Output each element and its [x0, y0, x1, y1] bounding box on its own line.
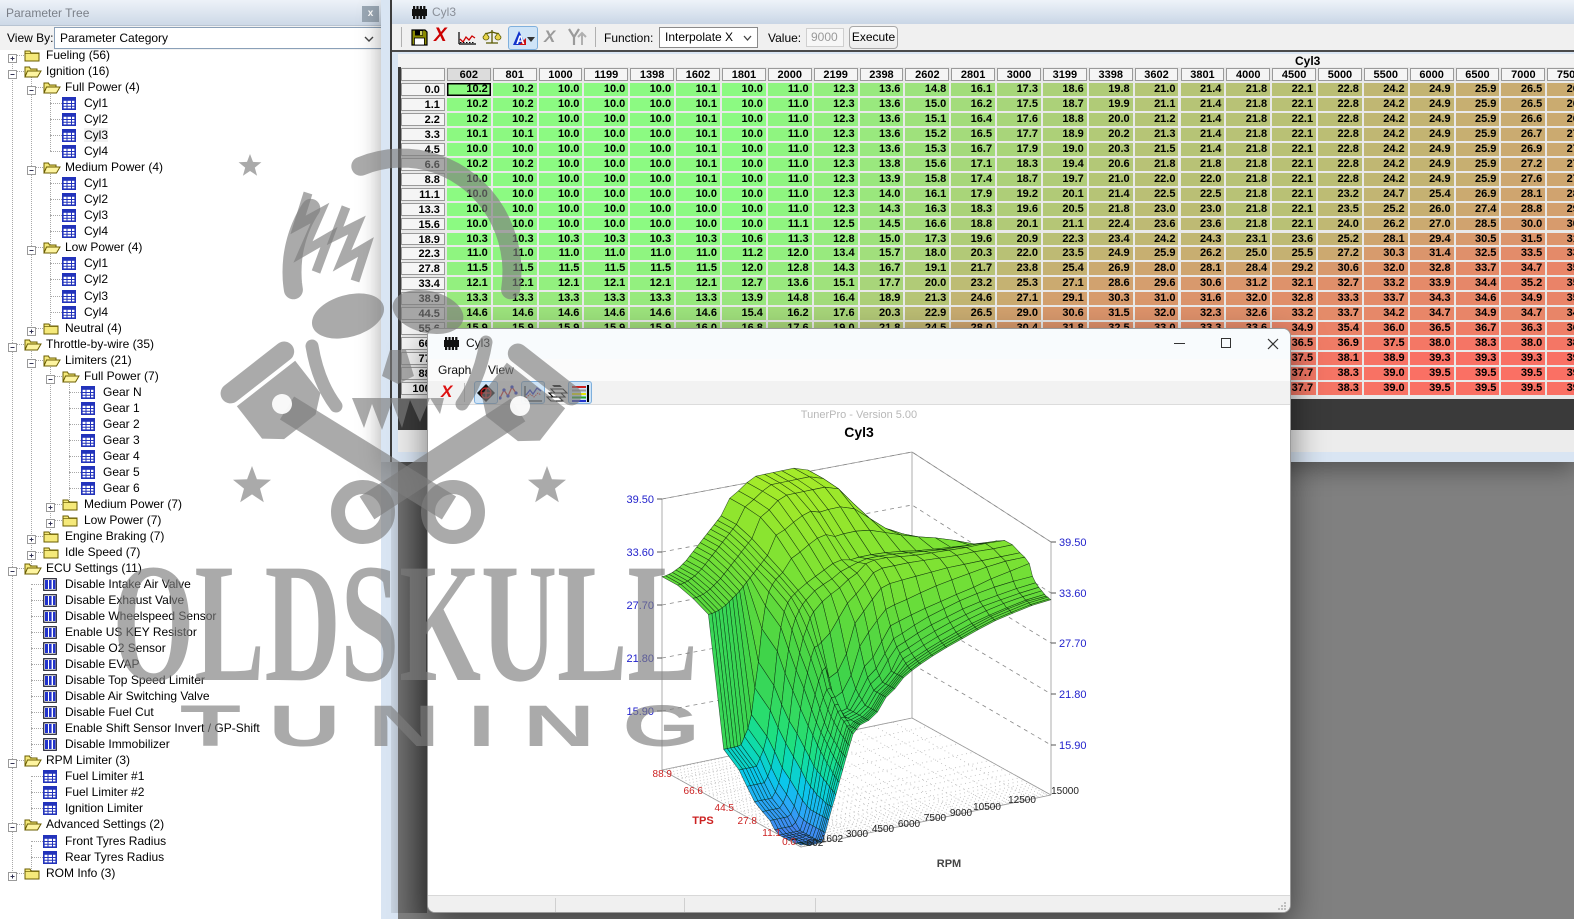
svg-text:33.60: 33.60: [626, 547, 654, 559]
svg-text:44.5: 44.5: [715, 803, 735, 814]
svg-text:7500: 7500: [924, 813, 947, 824]
svg-text:11.1: 11.1: [762, 828, 781, 839]
svg-text:9000: 9000: [950, 808, 973, 819]
svg-text:39.50: 39.50: [626, 494, 654, 506]
svg-text:33.60: 33.60: [1059, 588, 1087, 600]
svg-text:12500: 12500: [1008, 795, 1036, 806]
svg-text:39.50: 39.50: [1059, 537, 1087, 549]
svg-text:27.70: 27.70: [626, 600, 654, 612]
svg-text:1602: 1602: [821, 834, 844, 845]
svg-text:88.9: 88.9: [653, 769, 673, 780]
svg-text:RPM: RPM: [937, 858, 961, 870]
svg-text:15.90: 15.90: [626, 706, 654, 718]
svg-text:21.80: 21.80: [626, 653, 654, 665]
svg-text:4500: 4500: [872, 824, 895, 835]
svg-text:15.90: 15.90: [1059, 740, 1087, 752]
svg-text:3000: 3000: [846, 829, 869, 840]
svg-text:66.6: 66.6: [684, 786, 704, 797]
svg-text:21.80: 21.80: [1059, 689, 1087, 701]
svg-text:TPS: TPS: [692, 815, 713, 827]
svg-text:15000: 15000: [1051, 786, 1079, 797]
svg-text:27.8: 27.8: [738, 816, 758, 827]
svg-text:0.0: 0.0: [782, 837, 796, 848]
svg-text:6000: 6000: [898, 819, 921, 830]
svg-text:10500: 10500: [973, 802, 1001, 813]
svg-text:27.70: 27.70: [1059, 638, 1087, 650]
